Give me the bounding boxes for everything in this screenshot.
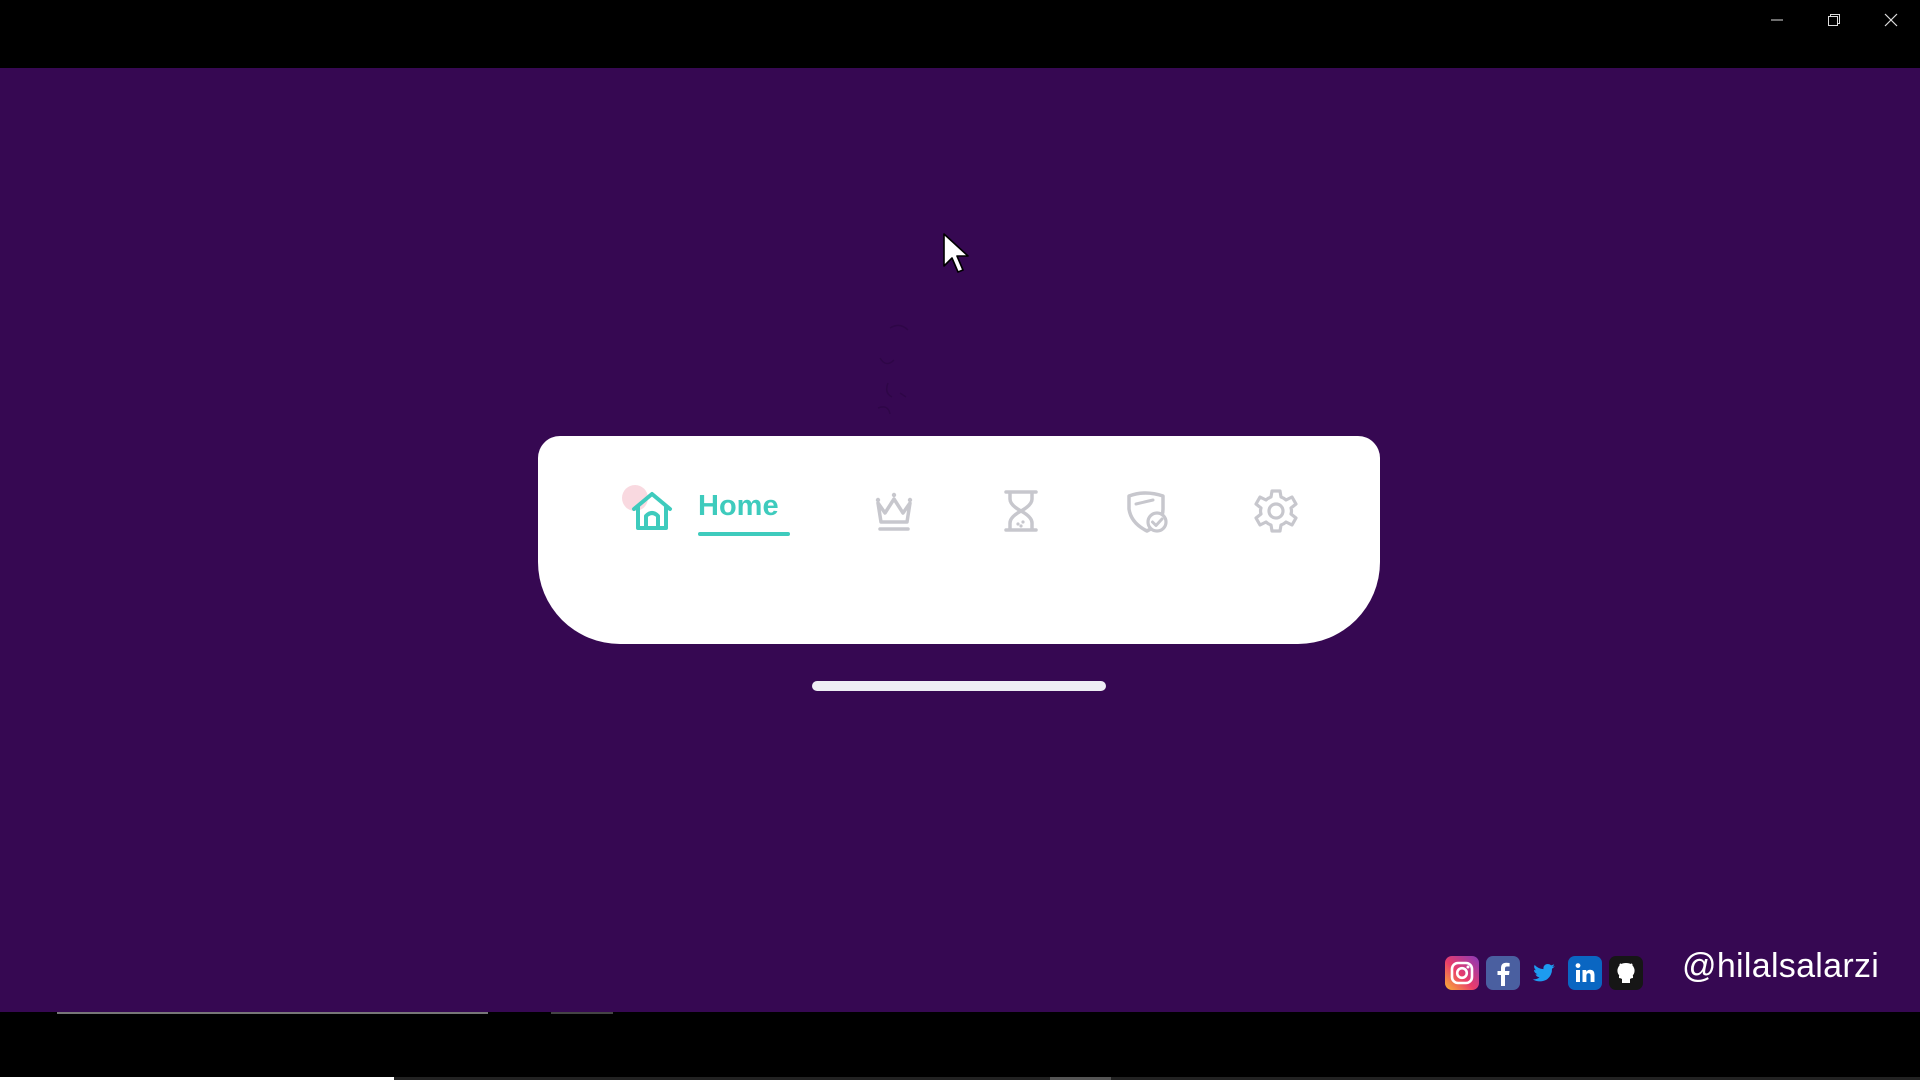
nav-label-home: Home	[698, 489, 779, 522]
restore-icon	[1827, 14, 1840, 26]
twitter-icon	[1532, 964, 1555, 982]
linkedin-link[interactable]	[1568, 956, 1602, 990]
mouse-cursor-icon	[943, 233, 969, 273]
hourglass-icon	[1004, 490, 1038, 532]
twitter-link[interactable]	[1527, 956, 1561, 990]
shield-check-icon	[1127, 491, 1168, 533]
gear-icon	[1254, 489, 1298, 533]
window-titlebar	[0, 0, 1920, 68]
chapter-line-secondary	[551, 1012, 613, 1014]
github-link[interactable]	[1609, 956, 1643, 990]
active-underline	[698, 531, 790, 536]
nav-item-shield[interactable]	[1123, 436, 1171, 586]
chapter-line	[57, 1012, 488, 1014]
player-bar	[0, 1012, 1920, 1080]
close-button[interactable]	[1862, 0, 1919, 40]
nav-item-crown[interactable]	[870, 436, 918, 586]
linkedin-icon	[1575, 963, 1595, 982]
active-label: Home	[698, 489, 790, 536]
crown-icon	[875, 492, 913, 531]
author-handle: @hilalsalarzi	[1682, 947, 1880, 985]
instagram-link[interactable]	[1445, 956, 1479, 990]
github-icon	[1617, 963, 1635, 983]
facebook-link[interactable]	[1486, 956, 1520, 990]
instagram-icon	[1450, 961, 1474, 985]
video-stage: Home @hilalsalarzi	[0, 68, 1920, 1012]
social-links	[1445, 956, 1650, 990]
close-icon	[1884, 13, 1897, 27]
nav-indicator-bar	[812, 681, 1106, 691]
minimize-icon	[1770, 19, 1783, 21]
nav-item-settings[interactable]	[1252, 436, 1300, 586]
nav-item-hourglass[interactable]	[997, 436, 1045, 586]
bottom-navigation-bar: Home	[538, 436, 1380, 691]
facebook-icon	[1497, 962, 1510, 986]
nav-item-home[interactable]: Home	[628, 436, 790, 586]
minimize-button[interactable]	[1748, 0, 1805, 40]
home-icon	[632, 492, 672, 530]
restore-button[interactable]	[1805, 0, 1862, 40]
